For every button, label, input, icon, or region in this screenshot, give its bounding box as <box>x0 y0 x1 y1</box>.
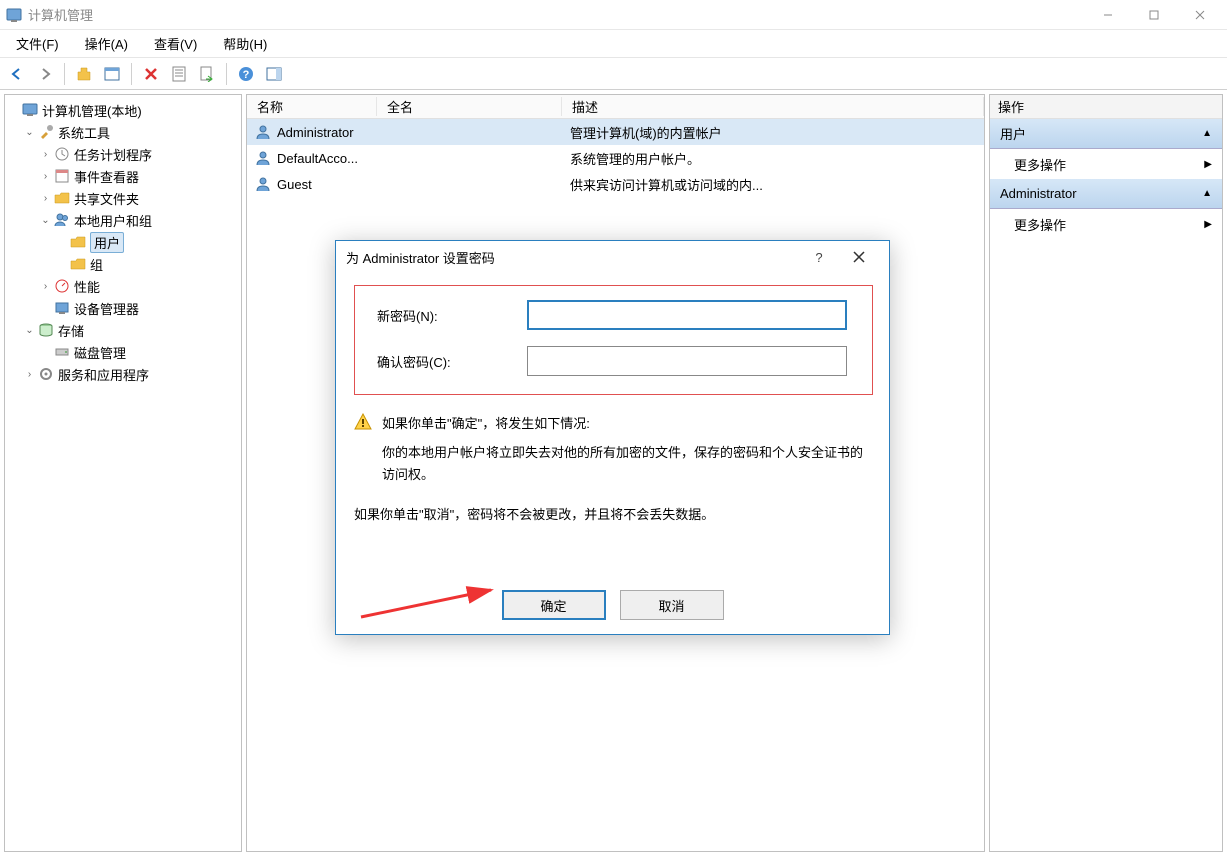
forward-button[interactable] <box>32 61 58 87</box>
users-icon <box>54 212 70 228</box>
menubar: 文件(F) 操作(A) 查看(V) 帮助(H) <box>0 30 1227 58</box>
list-header: 名称 全名 描述 <box>247 95 984 119</box>
action-pane: 操作 用户 ▲ 更多操作 ▶ Administrator ▲ 更多操作 ▶ <box>989 94 1223 852</box>
list-row[interactable]: Administrator 管理计算机(域)的内置帐户 <box>247 119 984 145</box>
services-icon <box>38 366 54 382</box>
tree-services[interactable]: › 服务和应用程序 <box>7 363 239 385</box>
tree-system-tools[interactable]: ⌄ 系统工具 <box>7 121 239 143</box>
chevron-right-icon: ▶ <box>1204 159 1212 170</box>
shared-folder-icon <box>54 190 70 206</box>
cancel-info: 如果你单击"取消"，密码将不会被更改，并且将不会丢失数据。 <box>354 504 873 526</box>
tree-pane: 计算机管理(本地) ⌄ 系统工具 › 任务计划程序 › 事件查看器 › 共享文件… <box>4 94 242 852</box>
chevron-right-icon: ▶ <box>1204 219 1212 230</box>
dialog-title: 为 Administrator 设置密码 <box>346 248 799 267</box>
help-button[interactable]: ? <box>233 61 259 87</box>
password-group: 新密码(N): 确认密码(C): <box>354 285 873 395</box>
menu-action[interactable]: 操作(A) <box>75 30 138 57</box>
expand-icon[interactable]: › <box>39 193 52 204</box>
event-icon <box>54 168 70 184</box>
delete-button[interactable] <box>138 61 164 87</box>
list-row[interactable]: DefaultAcco... 系统管理的用户帐户。 <box>247 145 984 171</box>
folder-icon <box>70 256 86 272</box>
expand-icon[interactable]: › <box>39 149 52 160</box>
clock-icon <box>54 146 70 162</box>
tree-root[interactable]: 计算机管理(本地) <box>7 99 239 121</box>
maximize-button[interactable] <box>1131 0 1177 30</box>
cancel-button[interactable]: 取消 <box>620 590 724 620</box>
action-section-users[interactable]: 用户 ▲ <box>990 119 1222 149</box>
confirm-password-input[interactable] <box>527 346 847 376</box>
tree-event-viewer[interactable]: › 事件查看器 <box>7 165 239 187</box>
collapse-icon[interactable]: ⌄ <box>23 325 36 336</box>
warning-headline: 如果你单击"确定"，将发生如下情况: <box>382 413 590 432</box>
action-header: 操作 <box>990 95 1222 119</box>
svg-text:?: ? <box>243 69 250 81</box>
col-full[interactable]: 全名 <box>377 97 562 116</box>
up-button[interactable] <box>71 61 97 87</box>
tree-shared-folders[interactable]: › 共享文件夹 <box>7 187 239 209</box>
export-button[interactable] <box>194 61 220 87</box>
collapse-icon[interactable]: ⌄ <box>39 215 52 226</box>
user-icon <box>255 176 271 192</box>
tree-disk-mgmt[interactable]: 磁盘管理 <box>7 341 239 363</box>
tree-local-users[interactable]: ⌄ 本地用户和组 <box>7 209 239 231</box>
warning-icon <box>354 413 372 431</box>
window-title: 计算机管理 <box>28 5 1085 24</box>
confirm-password-label: 确认密码(C): <box>377 352 527 371</box>
dialog-help-button[interactable]: ? <box>799 241 839 273</box>
device-icon <box>54 300 70 316</box>
tree-performance[interactable]: › 性能 <box>7 275 239 297</box>
disk-icon <box>54 344 70 360</box>
app-icon <box>6 7 22 23</box>
collapse-icon: ▲ <box>1202 128 1212 139</box>
tree-device-manager[interactable]: 设备管理器 <box>7 297 239 319</box>
new-password-label: 新密码(N): <box>377 306 527 325</box>
expand-icon[interactable]: › <box>39 281 52 292</box>
col-desc[interactable]: 描述 <box>562 97 984 116</box>
expand-icon[interactable]: › <box>39 171 52 182</box>
user-icon <box>255 150 271 166</box>
computer-icon <box>22 102 38 118</box>
dialog-close-button[interactable] <box>839 241 879 273</box>
properties-button[interactable] <box>166 61 192 87</box>
action-section-admin[interactable]: Administrator ▲ <box>990 179 1222 209</box>
tree-storage[interactable]: ⌄ 存储 <box>7 319 239 341</box>
window-titlebar: 计算机管理 <box>0 0 1227 30</box>
folder-icon <box>70 234 86 250</box>
collapse-icon[interactable]: ⌄ <box>23 127 36 138</box>
collapse-icon: ▲ <box>1202 188 1212 199</box>
menu-view[interactable]: 查看(V) <box>144 30 207 57</box>
tree-groups[interactable]: 组 <box>7 253 239 275</box>
show-hide-tree-button[interactable] <box>99 61 125 87</box>
user-icon <box>255 124 271 140</box>
action-more-users[interactable]: 更多操作 ▶ <box>990 149 1222 179</box>
performance-icon <box>54 278 70 294</box>
ok-button[interactable]: 确定 <box>502 590 606 620</box>
action-more-admin[interactable]: 更多操作 ▶ <box>990 209 1222 239</box>
toolbar: ? <box>0 58 1227 90</box>
tree-task-scheduler[interactable]: › 任务计划程序 <box>7 143 239 165</box>
action-pane-button[interactable] <box>261 61 287 87</box>
menu-file[interactable]: 文件(F) <box>6 30 69 57</box>
dialog-titlebar: 为 Administrator 设置密码 ? <box>336 241 889 273</box>
back-button[interactable] <box>4 61 30 87</box>
close-button[interactable] <box>1177 0 1223 30</box>
col-name[interactable]: 名称 <box>247 97 377 116</box>
minimize-button[interactable] <box>1085 0 1131 30</box>
menu-help[interactable]: 帮助(H) <box>213 30 277 57</box>
new-password-input[interactable] <box>527 300 847 330</box>
expand-icon[interactable]: › <box>23 369 36 380</box>
tree-users[interactable]: 用户 <box>7 231 239 253</box>
storage-icon <box>38 322 54 338</box>
list-row[interactable]: Guest 供来宾访问计算机或访问域的内... <box>247 171 984 197</box>
tools-icon <box>38 124 54 140</box>
set-password-dialog: 为 Administrator 设置密码 ? 新密码(N): 确认密码(C): … <box>335 240 890 635</box>
warning-body: 你的本地用户帐户将立即失去对他的所有加密的文件，保存的密码和个人安全证书的访问权… <box>382 442 873 486</box>
